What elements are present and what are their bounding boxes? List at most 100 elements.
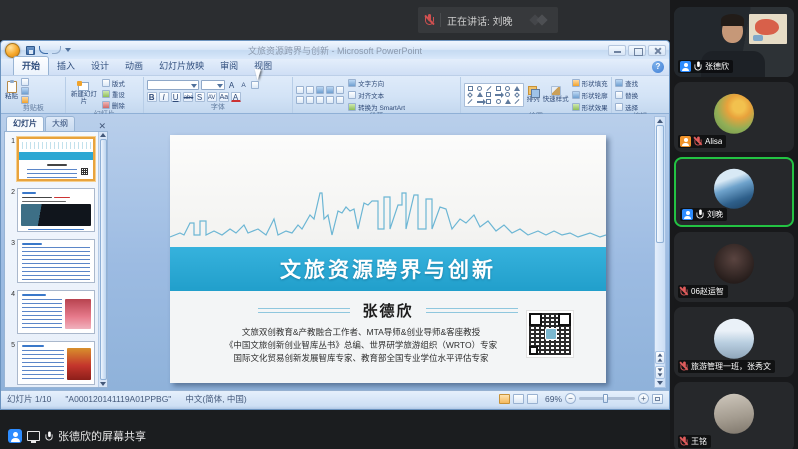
zoom-slider[interactable]: [579, 397, 635, 400]
change-case-button[interactable]: Aa: [219, 92, 229, 102]
qat-dropdown-icon[interactable]: [65, 48, 71, 52]
tab-view[interactable]: 视图: [246, 57, 280, 75]
align-left-icon[interactable]: [296, 96, 304, 104]
justify-icon[interactable]: [326, 96, 334, 104]
text-direction-button[interactable]: 文字方向: [348, 78, 405, 88]
current-slide[interactable]: 文旅资源跨界与创新 张德欣 文旅双创教育&产教融合工作者、MTA导师&创业导师&…: [170, 135, 606, 383]
participant-tile[interactable]: Alisa: [674, 82, 794, 152]
slideshow-view-icon[interactable]: [527, 394, 538, 404]
slide-thumbnail-1[interactable]: 1: [6, 137, 97, 181]
help-icon[interactable]: ?: [652, 61, 664, 73]
font-color-button[interactable]: A: [231, 92, 241, 102]
slide-thumbnail-3[interactable]: 3: [6, 239, 97, 283]
speaking-indicator: 正在讲话: 刘晚: [418, 7, 558, 33]
participant-tile-speaking[interactable]: 刘晚: [674, 157, 794, 227]
tab-home[interactable]: 开始: [13, 56, 49, 75]
delete-button[interactable]: 删除: [102, 100, 125, 110]
shape-effects-button[interactable]: 形状效果: [572, 102, 608, 112]
shrink-font-icon[interactable]: A: [239, 80, 249, 90]
zoom-slider-thumb[interactable]: [603, 394, 608, 403]
close-button[interactable]: [648, 45, 666, 56]
china-map-poster: [749, 14, 787, 44]
scroll-up-icon[interactable]: [100, 133, 106, 137]
quick-styles-icon: [551, 86, 561, 96]
scroll-down-icon[interactable]: [100, 382, 106, 386]
arrange-button[interactable]: 排列: [527, 86, 540, 104]
tab-animations[interactable]: 动画: [117, 57, 151, 75]
bullets-icon[interactable]: [296, 86, 304, 94]
slide-thumbnail-5[interactable]: 5: [6, 341, 97, 385]
text-shadow-button[interactable]: S: [195, 92, 205, 102]
grow-font-icon[interactable]: A: [227, 80, 237, 90]
paste-button[interactable]: 粘贴: [5, 81, 18, 101]
format-painter-icon[interactable]: [21, 96, 29, 104]
quick-styles-button[interactable]: 快速样式: [543, 86, 569, 104]
reset-button[interactable]: 重设: [102, 89, 125, 99]
participant-tile[interactable]: 06赵运智: [674, 232, 794, 302]
slide-thumbnail-4[interactable]: 4: [6, 290, 97, 334]
tab-outline[interactable]: 大纲: [45, 116, 75, 131]
maximize-button[interactable]: [628, 45, 646, 56]
minimize-button[interactable]: [608, 45, 626, 56]
fit-to-window-button[interactable]: [652, 394, 663, 404]
scroll-down-icon[interactable]: [657, 381, 663, 385]
tab-review[interactable]: 审阅: [212, 57, 246, 75]
screen-share-bar: 张德欣的屏幕共享: [8, 428, 146, 444]
tab-slideshow[interactable]: 幻灯片放映: [151, 57, 212, 75]
layout-button[interactable]: 版式: [102, 78, 125, 88]
scrollbar-thumb[interactable]: [100, 139, 107, 380]
italic-button[interactable]: I: [159, 92, 169, 102]
undo-icon[interactable]: [39, 46, 48, 54]
align-text-button[interactable]: 对齐文本: [348, 90, 405, 100]
vertical-scrollbar[interactable]: [654, 116, 666, 388]
shape-outline-button[interactable]: 形状轮廓: [572, 90, 608, 100]
find-button[interactable]: 查找: [615, 78, 638, 88]
normal-view-icon[interactable]: [499, 394, 510, 404]
avatar: [714, 394, 754, 434]
replace-button[interactable]: 替换: [615, 90, 638, 100]
numbering-icon[interactable]: [306, 86, 314, 94]
panel-scrollbar[interactable]: [98, 132, 107, 387]
ppt-statusbar: 幻灯片 1/10 "A000120141119A01PPBG" 中文(简体, 中…: [1, 390, 669, 406]
strikethrough-button[interactable]: abc: [183, 92, 193, 102]
save-icon[interactable]: [26, 46, 35, 55]
slide-sorter-view-icon[interactable]: [513, 394, 524, 404]
columns-icon[interactable]: [336, 96, 344, 104]
shape-fill-button[interactable]: 形状填充: [572, 78, 608, 88]
participant-tile[interactable]: 旅游管理一班，张秀文: [674, 307, 794, 377]
clear-format-icon[interactable]: [251, 81, 259, 89]
font-name-select[interactable]: [147, 80, 199, 90]
next-slide-button[interactable]: [655, 366, 665, 379]
tab-design[interactable]: 设计: [83, 57, 117, 75]
scrollbar-thumb[interactable]: [656, 125, 664, 243]
smartart-button[interactable]: 转换为 SmartArt: [348, 102, 405, 112]
cut-icon[interactable]: [21, 78, 29, 86]
tab-insert[interactable]: 插入: [49, 57, 83, 75]
tab-slides-thumbnails[interactable]: 幻灯片: [6, 116, 44, 131]
mic-muted-icon: [680, 287, 687, 297]
copy-icon[interactable]: [21, 87, 29, 95]
bold-button[interactable]: B: [147, 92, 157, 102]
participant-tile[interactable]: 王铭: [674, 382, 794, 449]
new-slide-button[interactable]: 新建幻灯片: [69, 82, 99, 106]
window-controls: [608, 45, 666, 56]
previous-slide-button[interactable]: [655, 351, 665, 364]
decrease-indent-icon[interactable]: [316, 86, 324, 94]
line-spacing-icon[interactable]: [336, 86, 344, 94]
character-spacing-button[interactable]: AV: [207, 92, 217, 102]
participant-tile[interactable]: 张德欣: [674, 7, 794, 77]
zoom-in-button[interactable]: +: [638, 393, 649, 404]
redo-icon[interactable]: [52, 46, 61, 54]
slide-thumbnail-2[interactable]: 2: [6, 188, 97, 232]
zoom-out-button[interactable]: −: [565, 393, 576, 404]
panel-close-icon[interactable]: ✕: [98, 122, 106, 131]
arrange-icon: [528, 86, 539, 96]
align-center-icon[interactable]: [306, 96, 314, 104]
align-right-icon[interactable]: [316, 96, 324, 104]
scroll-up-icon[interactable]: [657, 119, 663, 123]
underline-button[interactable]: U: [171, 92, 181, 102]
shapes-gallery[interactable]: [464, 83, 524, 107]
select-button[interactable]: 选择: [615, 102, 638, 112]
font-size-select[interactable]: [201, 80, 225, 90]
increase-indent-icon[interactable]: [326, 86, 334, 94]
